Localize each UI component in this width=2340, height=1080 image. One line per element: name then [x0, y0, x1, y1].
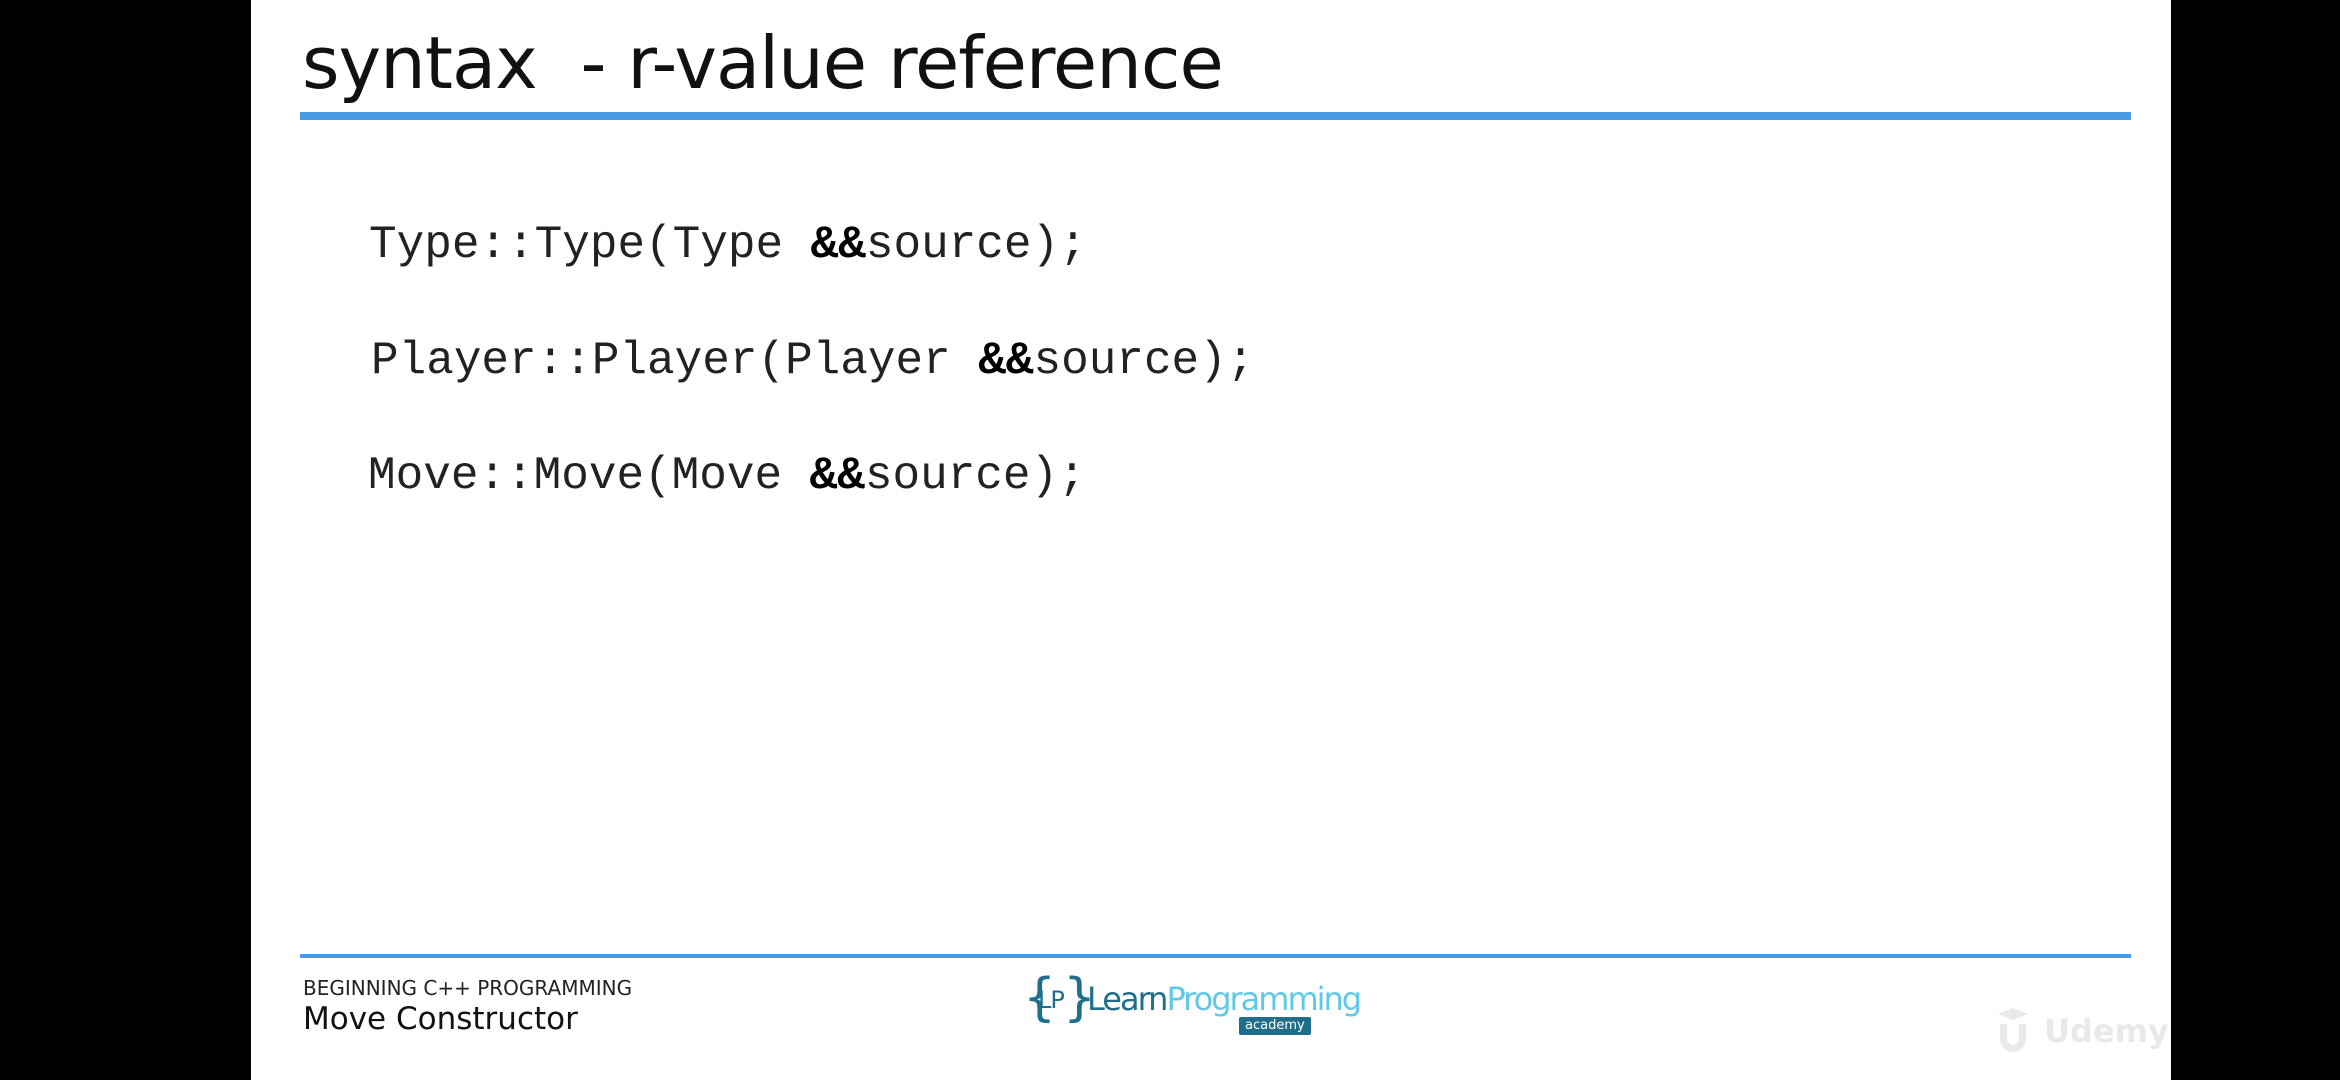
slide-title: syntax - r-value reference — [302, 21, 1224, 105]
rvalue-ref-operator: && — [978, 335, 1034, 387]
logo-wordmark: LearnProgramming — [1087, 980, 1362, 1018]
rvalue-ref-operator: && — [809, 450, 865, 502]
logo-word-learn: Learn — [1087, 980, 1168, 1018]
logo-mark: LP — [1038, 986, 1065, 1014]
code-text: source); — [865, 219, 1087, 271]
code-line-player: Player::Player(Player &&source); — [371, 338, 1254, 384]
footer-divider — [300, 954, 2131, 958]
code-text: source); — [864, 450, 1086, 502]
udemy-watermark: Udemy — [1990, 1004, 2170, 1064]
course-name: BEGINNING C++ PROGRAMMING — [303, 976, 633, 1000]
logo-academy-badge: academy — [1239, 1017, 1311, 1035]
rvalue-ref-operator: && — [810, 219, 866, 271]
code-text: source); — [1033, 335, 1255, 387]
learn-programming-logo: { LP } LearnProgramming academy — [1023, 972, 1362, 1044]
lecture-slide: syntax - r-value reference Type::Type(Ty… — [251, 0, 2171, 1080]
udemy-logo-icon — [1998, 1008, 2028, 1052]
code-text: Player::Player(Player — [371, 335, 979, 387]
udemy-watermark-text: Udemy — [2044, 1012, 2169, 1050]
video-viewport: syntax - r-value reference Type::Type(Ty… — [0, 0, 2340, 1080]
code-text: Move::Move(Move — [368, 450, 810, 502]
logo-word-programming: Programming — [1166, 980, 1362, 1018]
code-line-move: Move::Move(Move &&source); — [368, 453, 1086, 499]
title-divider — [300, 112, 2131, 120]
code-line-type: Type::Type(Type &&source); — [369, 222, 1087, 268]
code-text: Type::Type(Type — [369, 219, 811, 271]
lecture-name: Move Constructor — [303, 1001, 578, 1037]
